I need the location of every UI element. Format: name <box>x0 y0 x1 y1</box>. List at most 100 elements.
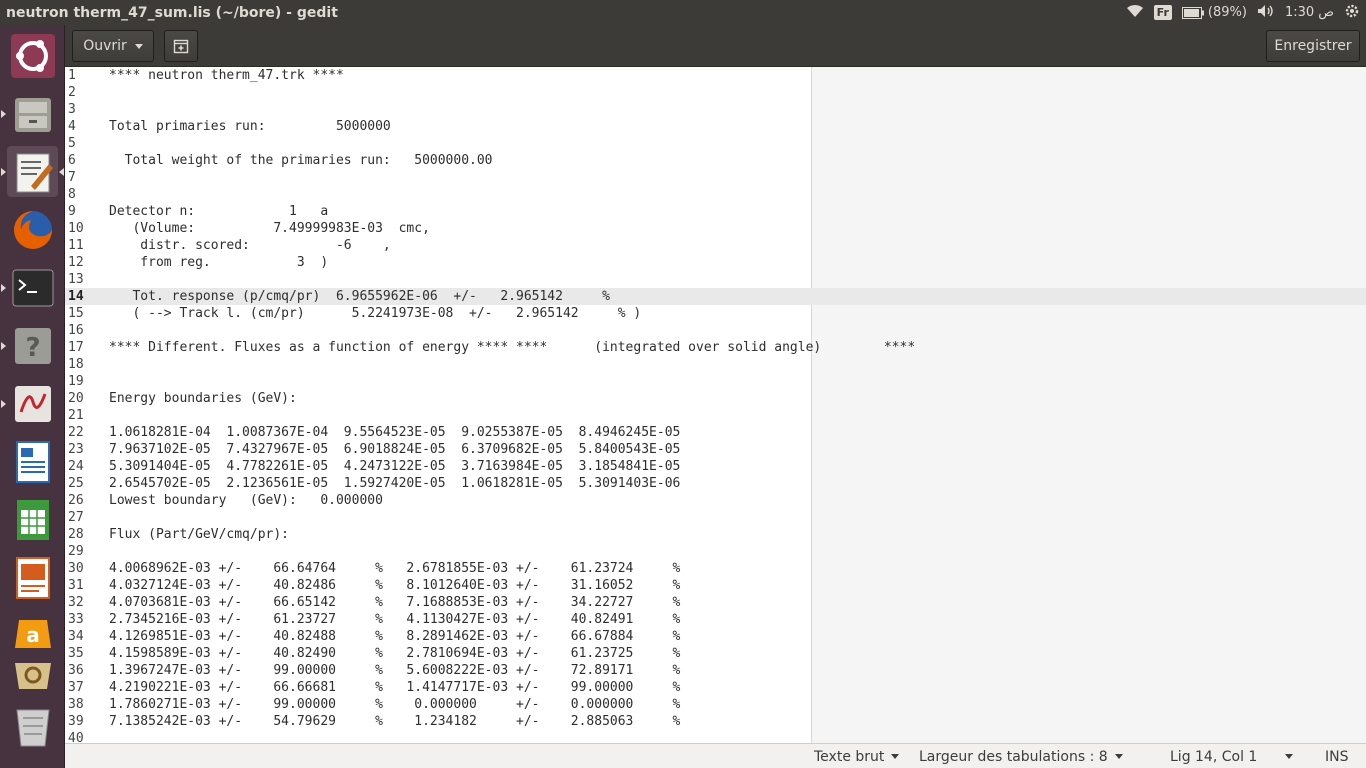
line-number: 2 <box>68 85 76 100</box>
battery-indicator[interactable]: (89%) <box>1181 5 1247 20</box>
line-number: 15 <box>68 306 84 321</box>
text-line[interactable]: from reg. 3 ) <box>109 254 328 271</box>
launcher-item-firefox[interactable] <box>7 204 58 255</box>
svg-text:a: a <box>26 623 40 647</box>
chevron-down-icon <box>1114 754 1123 759</box>
text-line[interactable]: 2.6545702E-05 2.1236561E-05 1.5927420E-0… <box>109 475 680 492</box>
line-number: 4 <box>68 119 76 134</box>
text-line[interactable]: 2.7345216E-03 +/- 61.23727 % 4.1130427E-… <box>109 611 680 628</box>
window-title: neutron therm_47_sum.lis (~/bore) - gedi… <box>6 4 338 21</box>
launcher-item-amazon[interactable]: a <box>7 610 58 650</box>
line-number-gutter: 1 2 3 4 5 6 7 8 9 10 11 12 13 14 15 16 17 18 19 20 21 22 23 24 2… <box>65 67 99 743</box>
text-line[interactable]: 7.9637102E-05 7.4327967E-05 6.9018824E-0… <box>109 441 680 458</box>
text-line[interactable]: Flux (Part/GeV/cmq/pr): <box>109 526 289 543</box>
text-line[interactable]: 4.2190221E-03 +/- 66.66681 % 1.4147717E-… <box>109 679 680 696</box>
new-document-button[interactable] <box>164 30 198 62</box>
text-line[interactable]: Lowest boundary (GeV): 0.000000 <box>109 492 383 509</box>
launcher-item-trash[interactable] <box>7 695 58 755</box>
battery-icon <box>1181 6 1204 19</box>
text-line[interactable]: Total primaries run: 5000000 <box>109 118 391 135</box>
cursor-position-dropdown[interactable] <box>1285 744 1293 768</box>
line-number: 25 <box>68 476 84 491</box>
impress-icon <box>15 556 50 599</box>
syntax-label: Texte brut <box>814 748 885 765</box>
cursor-position-label: Lig 14, Col 1 <box>1170 748 1258 765</box>
firefox-icon <box>13 210 52 249</box>
clock[interactable]: ص 1:30 <box>1285 5 1334 20</box>
line-number: 34 <box>68 629 84 644</box>
line-number: 37 <box>68 680 84 695</box>
calc-icon <box>16 499 49 540</box>
launcher: ? a <box>0 25 65 768</box>
launcher-item-calc[interactable] <box>7 494 58 545</box>
text-line[interactable]: 5.3091404E-05 4.7782261E-05 4.2473122E-0… <box>109 458 680 475</box>
tab-width-label: Largeur des tabulations : 8 <box>919 748 1108 765</box>
svg-text:?: ? <box>25 333 40 363</box>
line-number: 32 <box>68 595 84 610</box>
text-editor-icon <box>16 153 53 192</box>
launcher-item-help[interactable]: ? <box>1 320 58 371</box>
save-button[interactable]: Enregistrer <box>1266 30 1360 62</box>
software-center-icon <box>14 663 51 689</box>
volume-icon[interactable] <box>1257 4 1275 22</box>
header-bar: Ouvrir Enregistrer <box>65 25 1366 67</box>
open-button-label: Ouvrir <box>83 38 127 54</box>
text-line[interactable]: Tot. response (p/cmq/pr) 6.9655962E-06 +… <box>109 288 609 305</box>
launcher-item-dash[interactable] <box>7 30 58 81</box>
line-number: 13 <box>68 272 84 287</box>
wifi-icon[interactable] <box>1126 4 1144 22</box>
launcher-item-writer[interactable] <box>7 436 58 487</box>
syntax-selector[interactable]: Texte brut <box>814 744 900 768</box>
line-number: 29 <box>68 544 84 559</box>
line-number: 14 <box>68 289 84 304</box>
launcher-item-impress[interactable] <box>7 552 58 603</box>
keyboard-layout-indicator[interactable]: Fr <box>1153 5 1172 20</box>
indicator-area: Fr (89%) ص 1:30 <box>1126 0 1360 25</box>
right-margin-area <box>811 67 1366 743</box>
chevron-down-icon <box>1285 754 1293 759</box>
line-number: 10 <box>68 221 84 236</box>
text-line[interactable]: 1.0618281E-04 1.0087367E-04 9.5564523E-0… <box>109 424 680 441</box>
text-line[interactable]: Total weight of the primaries run: 50000… <box>109 152 493 169</box>
launcher-item-text-editor[interactable] <box>1 146 64 197</box>
text-line[interactable]: **** neutron therm_47.trk **** <box>109 67 344 84</box>
gear-icon[interactable] <box>1344 3 1360 23</box>
tab-width-selector[interactable]: Largeur des tabulations : 8 <box>919 744 1123 768</box>
line-number: 12 <box>68 255 84 270</box>
text-line[interactable]: ( --> Track l. (cm/pr) 5.2241973E-08 +/-… <box>109 305 641 322</box>
launcher-item-document-viewer[interactable] <box>1 378 58 429</box>
text-line[interactable]: (Volume: 7.49999983E-03 cmc, <box>109 220 429 237</box>
line-number: 1 <box>68 68 76 83</box>
line-number: 21 <box>68 408 84 423</box>
insert-mode-indicator[interactable]: INS <box>1325 744 1349 768</box>
text-editor-view[interactable]: 1 2 3 4 5 6 7 8 9 10 11 12 13 14 15 16 17 18 19 20 21 22 23 24 2… <box>65 67 1366 743</box>
cursor-position-selector[interactable]: Lig 14, Col 1 <box>1170 744 1296 768</box>
open-button[interactable]: Ouvrir <box>72 30 154 62</box>
line-number: 23 <box>68 442 84 457</box>
text-line[interactable]: 1.3967247E-03 +/- 99.00000 % 5.6008222E-… <box>109 662 680 679</box>
text-line[interactable]: 4.0068962E-03 +/- 66.64764 % 2.6781855E-… <box>109 560 680 577</box>
line-number: 33 <box>68 612 84 627</box>
text-line[interactable]: 4.1598589E-03 +/- 40.82490 % 2.7810694E-… <box>109 645 680 662</box>
text-line[interactable]: Detector n: 1 a <box>109 203 328 220</box>
text-line[interactable]: 7.1385242E-03 +/- 54.79629 % 1.234182 +/… <box>109 713 680 730</box>
writer-icon <box>15 440 50 483</box>
line-number: 9 <box>68 204 76 219</box>
text-line[interactable]: 4.1269851E-03 +/- 40.82488 % 8.2891462E-… <box>109 628 680 645</box>
top-panel: neutron therm_47_sum.lis (~/bore) - gedi… <box>0 0 1366 25</box>
line-number: 8 <box>68 187 76 202</box>
launcher-item-software-center[interactable] <box>7 655 58 691</box>
ubuntu-dash-icon <box>10 33 55 78</box>
text-line[interactable]: 4.0327124E-03 +/- 40.82486 % 8.1012640E-… <box>109 577 680 594</box>
line-number: 22 <box>68 425 84 440</box>
text-line[interactable]: distr. scored: -6 , <box>109 237 390 254</box>
chevron-down-icon <box>891 754 900 759</box>
line-number: 7 <box>68 170 76 185</box>
launcher-item-terminal[interactable] <box>1 262 58 313</box>
launcher-item-files[interactable] <box>1 88 58 139</box>
text-line[interactable]: 1.7860271E-03 +/- 99.00000 % 0.000000 +/… <box>109 696 680 713</box>
new-tab-icon <box>173 39 189 54</box>
text-line[interactable]: **** Different. Fluxes as a function of … <box>109 339 915 356</box>
text-line[interactable]: Energy boundaries (GeV): <box>109 390 297 407</box>
text-line[interactable]: 4.0703681E-03 +/- 66.65142 % 7.1688853E-… <box>109 594 680 611</box>
